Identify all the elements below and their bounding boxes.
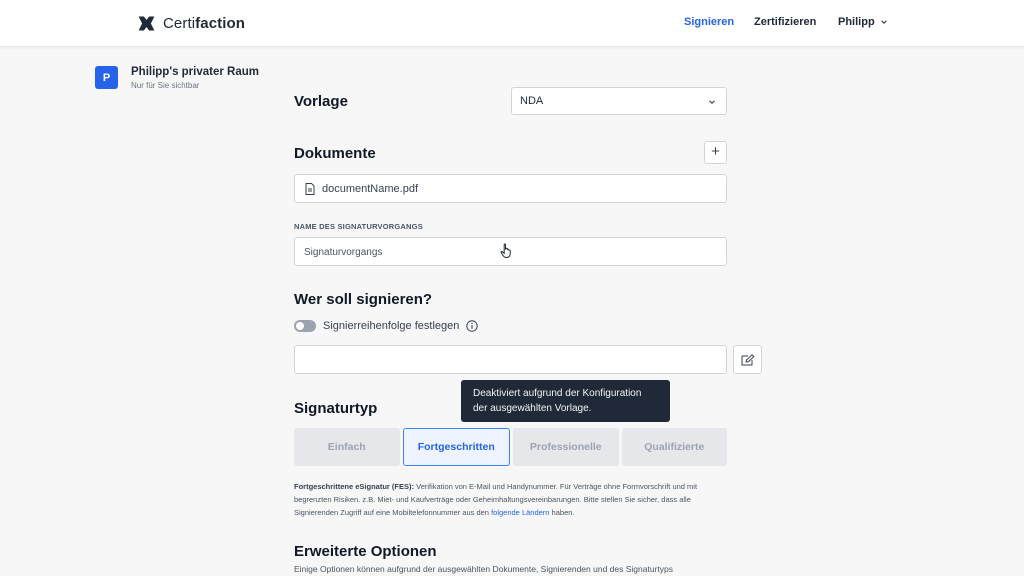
workspace-selector[interactable]: P Philipp's privater Raum Nur für Sie si…: [95, 66, 259, 90]
sig-type-professionelle[interactable]: Professionelle: [513, 428, 619, 466]
signing-order-row: Signierreihenfolge festlegen: [294, 320, 479, 332]
user-menu[interactable]: Philipp: [838, 16, 888, 28]
template-heading: Vorlage: [294, 93, 348, 110]
certifaction-logo-icon: [138, 16, 155, 31]
hand-cursor-icon: [500, 243, 511, 258]
add-document-button[interactable]: +: [704, 141, 727, 164]
logo-text: Certifaction: [163, 15, 246, 32]
disabled-tooltip: Deaktiviert aufgrund der Konfiguration d…: [461, 380, 670, 422]
advanced-options-heading: Erweiterte Optionen: [294, 543, 437, 560]
template-select[interactable]: NDA: [511, 87, 727, 115]
user-name: Philipp: [838, 16, 875, 28]
chevron-down-icon: [709, 100, 715, 104]
signature-type-selector: Einfach Fortgeschritten Professionelle Q…: [294, 428, 727, 466]
nav-signieren[interactable]: Signieren: [684, 16, 734, 28]
signing-order-label: Signierreihenfolge festlegen: [323, 320, 460, 332]
countries-link[interactable]: folgende Ländern: [491, 508, 549, 517]
chevron-down-icon: [880, 20, 887, 24]
sig-type-einfach[interactable]: Einfach: [294, 428, 400, 466]
signature-type-heading: Signaturtyp: [294, 400, 378, 417]
tooltip-line-1: Deaktiviert aufgrund der Konfiguration: [473, 388, 642, 399]
document-name: documentName.pdf: [322, 182, 418, 195]
sig-type-qualifizierte[interactable]: Qualifizierte: [621, 428, 727, 466]
file-icon: [305, 182, 315, 195]
signer-input[interactable]: [294, 345, 727, 374]
tooltip-line-2: der ausgewählten Vorlage.: [473, 403, 592, 414]
signers-heading: Wer soll signieren?: [294, 291, 433, 308]
edit-icon: [741, 353, 755, 365]
document-item[interactable]: documentName.pdf: [294, 174, 727, 203]
template-select-value: NDA: [520, 95, 544, 107]
workspace-title: Philipp's privater Raum: [131, 66, 259, 78]
top-header: Certifaction Signieren Zertifizieren Phi…: [0, 0, 1024, 47]
description-end: haben.: [549, 508, 575, 517]
edit-signers-button[interactable]: [733, 345, 762, 374]
workspace-subtitle: Nur für Sie sichtbar: [131, 81, 200, 90]
description-title: Fortgeschrittene eSignatur (FES):: [294, 482, 415, 491]
info-icon[interactable]: [466, 320, 479, 332]
workspace-avatar: P: [95, 66, 118, 89]
sig-type-fortgeschritten[interactable]: Fortgeschritten: [402, 428, 510, 466]
logo[interactable]: Certifaction: [136, 13, 245, 34]
advanced-options-subtext: Einige Optionen können aufgrund der ausg…: [294, 564, 673, 574]
process-name-label: NAME DES SIGNATURVORGANGS: [294, 222, 423, 231]
signing-order-toggle[interactable]: [294, 320, 316, 332]
signature-type-description: Fortgeschrittene eSignatur (FES): Verifi…: [294, 480, 734, 519]
documents-heading: Dokumente: [294, 145, 376, 162]
nav-zertifizieren[interactable]: Zertifizieren: [754, 16, 816, 28]
